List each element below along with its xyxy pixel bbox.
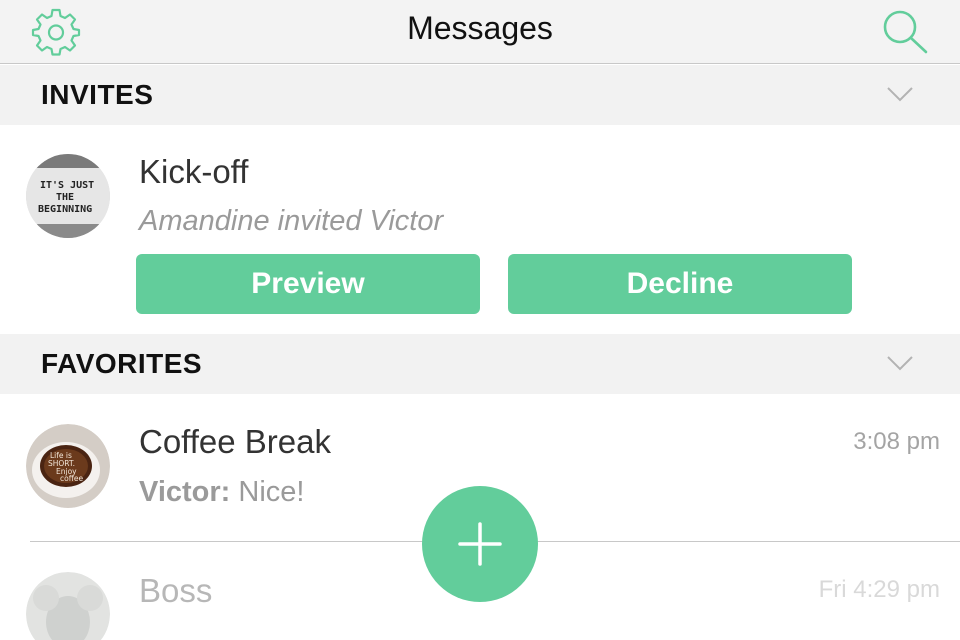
message-text: Nice! <box>230 476 305 508</box>
search-icon[interactable] <box>878 5 932 59</box>
invite-subtitle: Amandine invited Victor <box>139 205 444 237</box>
avatar-text-line: IT'S JUST <box>40 180 94 191</box>
page-title: Messages <box>407 10 553 46</box>
avatar-boss <box>26 572 110 640</box>
avatar-kick-off: IT'S JUST THE BEGINNING <box>26 154 110 238</box>
favorites-section-header[interactable]: FAVORITES <box>0 334 960 394</box>
nav-bar: Messages <box>0 0 960 64</box>
timestamp: Fri 4:29 pm <box>818 576 940 603</box>
timestamp: 3:08 pm <box>853 428 940 455</box>
room-name[interactable]: Kick-off <box>139 153 248 191</box>
decline-button[interactable]: Decline <box>508 254 852 314</box>
section-title-invites: INVITES <box>41 79 154 110</box>
avatar-text-line: BEGINNING <box>38 204 92 215</box>
avatar-text-line: coffee <box>60 474 83 483</box>
last-message: Victor: Nice! <box>139 476 304 509</box>
chevron-down-icon[interactable] <box>886 354 914 372</box>
message-sender: Victor: <box>139 476 231 508</box>
chevron-down-icon[interactable] <box>886 85 914 103</box>
room-name[interactable]: Boss <box>139 572 212 610</box>
preview-button[interactable]: Preview <box>136 254 480 314</box>
invites-section-header[interactable]: INVITES <box>0 65 960 125</box>
add-room-button[interactable] <box>422 486 538 602</box>
room-name[interactable]: Coffee Break <box>139 423 331 461</box>
section-title-favorites: FAVORITES <box>41 348 203 379</box>
avatar-coffee-break: Life is SHORT. Enjoy coffee <box>26 424 110 508</box>
plus-icon <box>458 522 502 566</box>
avatar-text-line: THE <box>56 192 74 203</box>
